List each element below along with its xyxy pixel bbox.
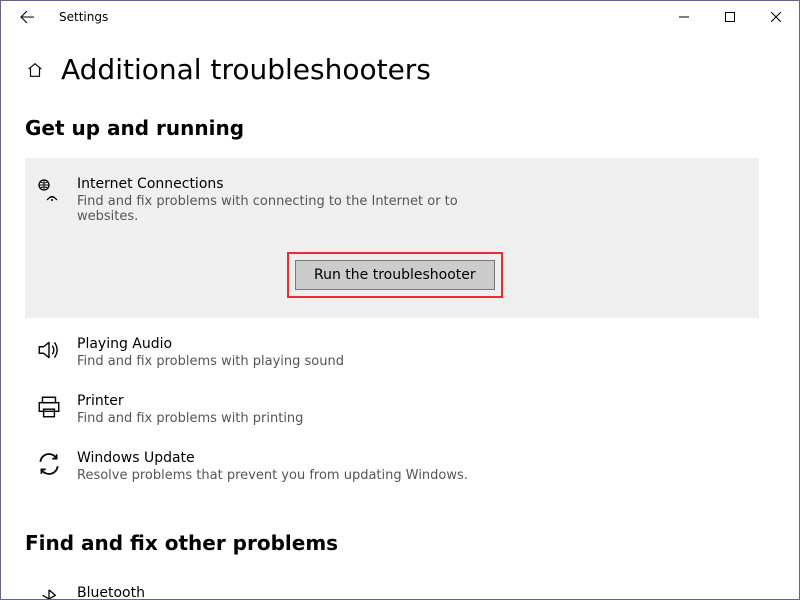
content: Additional troubleshooters Get up and ru… xyxy=(1,33,799,599)
home-button[interactable] xyxy=(25,60,45,80)
troubleshooter-desc: Find and fix problems with printing xyxy=(77,411,303,426)
minimize-icon xyxy=(679,12,689,22)
troubleshooter-title: Windows Update xyxy=(77,450,468,466)
section-heading-running: Get up and running xyxy=(25,116,759,140)
titlebar-title: Settings xyxy=(41,10,108,24)
troubleshooter-title: Playing Audio xyxy=(77,336,344,352)
page-title: Additional troubleshooters xyxy=(61,53,431,86)
maximize-button[interactable] xyxy=(707,1,753,33)
minimize-button[interactable] xyxy=(661,1,707,33)
settings-window: Settings Additional troubleshooters xyxy=(0,0,800,600)
bluetooth-icon xyxy=(35,585,63,599)
titlebar: Settings xyxy=(1,1,799,33)
internet-icon xyxy=(35,176,63,204)
close-icon xyxy=(771,12,781,22)
close-button[interactable] xyxy=(753,1,799,33)
window-controls xyxy=(661,1,799,33)
troubleshooter-printer[interactable]: Printer Find and fix problems with print… xyxy=(25,381,759,438)
troubleshooter-desc: Find and fix problems with playing sound xyxy=(77,354,344,369)
troubleshooter-playing-audio[interactable]: Playing Audio Find and fix problems with… xyxy=(25,324,759,381)
troubleshooter-windows-update[interactable]: Windows Update Resolve problems that pre… xyxy=(25,438,759,495)
back-arrow-icon xyxy=(19,9,35,25)
back-button[interactable] xyxy=(13,9,41,25)
troubleshooter-bluetooth[interactable]: Bluetooth Find and fix problems with Blu… xyxy=(25,573,759,599)
audio-icon xyxy=(35,336,63,364)
run-row: Run the troubleshooter xyxy=(77,252,503,298)
content-scroll[interactable]: Additional troubleshooters Get up and ru… xyxy=(1,33,799,599)
section-heading-other: Find and fix other problems xyxy=(25,531,759,555)
printer-icon xyxy=(35,393,63,421)
troubleshooter-title: Internet Connections xyxy=(77,176,503,192)
maximize-icon xyxy=(725,12,735,22)
update-icon xyxy=(35,450,63,478)
page-header: Additional troubleshooters xyxy=(25,53,759,86)
troubleshooter-title: Printer xyxy=(77,393,303,409)
troubleshooter-desc: Resolve problems that prevent you from u… xyxy=(77,468,468,483)
run-troubleshooter-button[interactable]: Run the troubleshooter xyxy=(295,260,495,290)
run-highlight-box: Run the troubleshooter xyxy=(287,252,503,298)
home-icon xyxy=(26,61,44,79)
troubleshooter-desc: Find and fix problems with connecting to… xyxy=(77,194,477,224)
troubleshooter-title: Bluetooth xyxy=(77,585,370,599)
troubleshooter-internet-connections[interactable]: Internet Connections Find and fix proble… xyxy=(25,158,759,318)
